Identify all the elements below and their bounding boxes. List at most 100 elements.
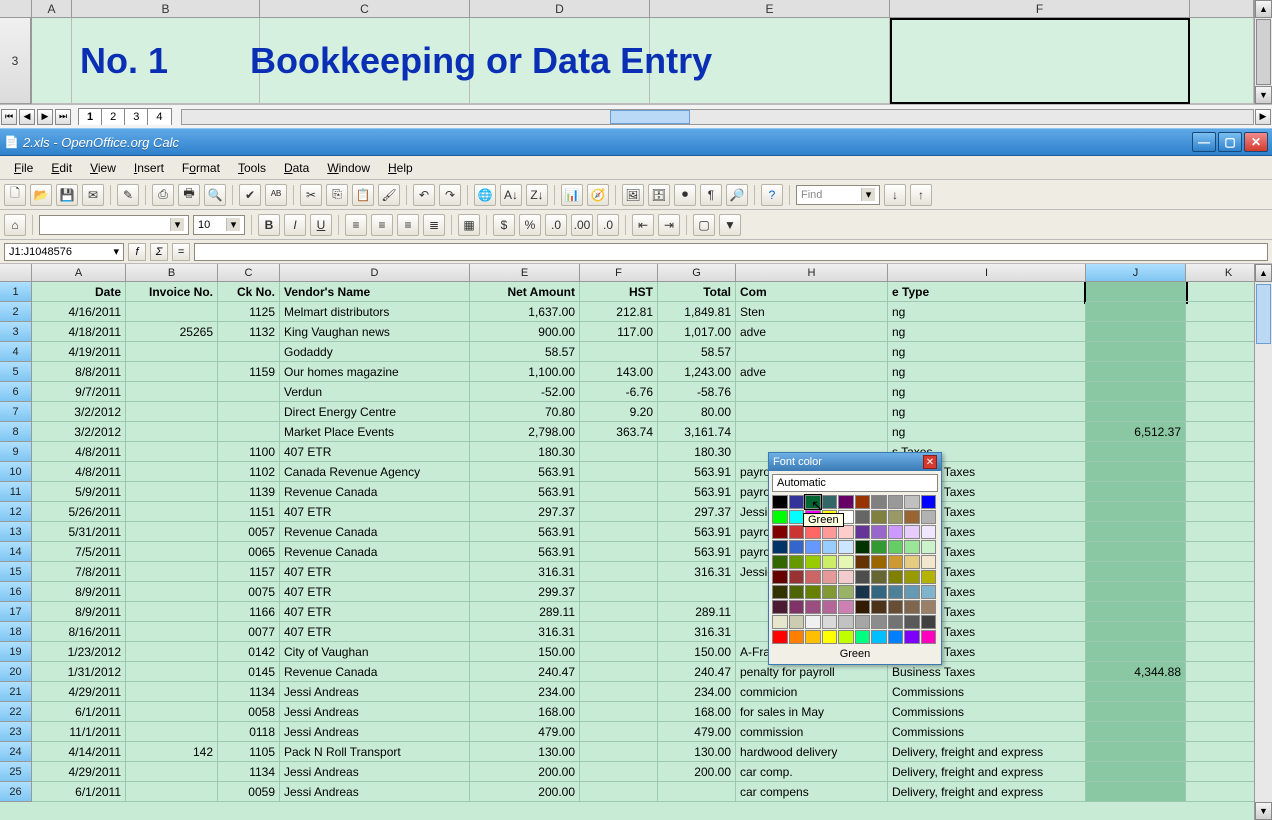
cell[interactable]: 1,243.00 xyxy=(658,362,736,382)
row-header[interactable]: 25 xyxy=(0,762,32,782)
cell[interactable]: ng xyxy=(888,402,1086,422)
cell[interactable] xyxy=(126,542,218,562)
color-swatch[interactable] xyxy=(871,495,887,509)
color-swatch[interactable] xyxy=(921,585,937,599)
cell[interactable]: Revenue Canada xyxy=(280,522,470,542)
cell[interactable] xyxy=(1086,722,1186,742)
color-swatch[interactable] xyxy=(822,570,838,584)
cell[interactable] xyxy=(580,662,658,682)
cell[interactable] xyxy=(1086,762,1186,782)
cell[interactable] xyxy=(580,782,658,802)
menu-data[interactable]: Data xyxy=(276,159,317,177)
color-swatch[interactable] xyxy=(772,630,788,644)
cell[interactable] xyxy=(1086,442,1186,462)
cell[interactable]: Canada Revenue Agency xyxy=(280,462,470,482)
col-A[interactable]: A xyxy=(32,264,126,281)
cell[interactable]: 5/26/2011 xyxy=(32,502,126,522)
cell[interactable] xyxy=(736,382,888,402)
color-swatch[interactable] xyxy=(789,585,805,599)
cell[interactable]: Delivery, freight and express xyxy=(888,782,1086,802)
cell[interactable]: -58.76 xyxy=(658,382,736,402)
row-header[interactable]: 8 xyxy=(0,422,32,442)
cell[interactable]: 4/29/2011 xyxy=(32,682,126,702)
del-decimal-icon[interactable]: .0 xyxy=(597,214,619,236)
cell[interactable]: ng xyxy=(888,342,1086,362)
cell[interactable]: 363.74 xyxy=(580,422,658,442)
navigator-icon[interactable]: 🧭 xyxy=(587,184,609,206)
color-swatch[interactable] xyxy=(772,510,788,524)
color-swatch[interactable] xyxy=(888,600,904,614)
color-swatch[interactable] xyxy=(904,600,920,614)
cell[interactable] xyxy=(1186,782,1254,802)
color-swatch[interactable] xyxy=(904,540,920,554)
row-header[interactable]: 17 xyxy=(0,602,32,622)
color-swatch[interactable] xyxy=(921,615,937,629)
gallery-icon[interactable]: 🖼 xyxy=(622,184,644,206)
preview-icon[interactable]: 🔍 xyxy=(204,184,226,206)
cell[interactable]: 289.11 xyxy=(470,602,580,622)
vscroll-up-icon[interactable]: ▲ xyxy=(1255,264,1272,282)
cell[interactable] xyxy=(126,362,218,382)
row-header[interactable]: 14 xyxy=(0,542,32,562)
header-cell[interactable]: Vendor's Name xyxy=(280,282,470,302)
cell[interactable]: car comp. xyxy=(736,762,888,782)
cell[interactable]: ng xyxy=(888,422,1086,442)
color-swatch[interactable] xyxy=(904,510,920,524)
col-C[interactable]: C xyxy=(218,264,280,281)
maximize-button[interactable]: ▢ xyxy=(1218,132,1242,152)
fx-icon[interactable]: f xyxy=(128,243,146,261)
header-cell[interactable] xyxy=(1086,282,1186,302)
cell[interactable]: 6,512.37 xyxy=(1086,422,1186,442)
color-swatch[interactable] xyxy=(871,570,887,584)
cell[interactable]: 3/2/2012 xyxy=(32,422,126,442)
color-swatch[interactable] xyxy=(855,555,871,569)
header-cell[interactable]: HST xyxy=(580,282,658,302)
color-swatch[interactable] xyxy=(772,600,788,614)
cell[interactable] xyxy=(126,682,218,702)
color-swatch[interactable] xyxy=(904,585,920,599)
cell[interactable]: Godaddy xyxy=(280,342,470,362)
sum-icon[interactable]: Σ xyxy=(150,243,168,261)
cell[interactable] xyxy=(1186,302,1254,322)
cell[interactable]: 70.80 xyxy=(470,402,580,422)
cell[interactable]: 407 ETR xyxy=(280,622,470,642)
cell[interactable] xyxy=(1186,422,1254,442)
menu-tools[interactable]: Tools xyxy=(230,159,274,177)
row-header[interactable]: 13 xyxy=(0,522,32,542)
color-swatch[interactable] xyxy=(855,585,871,599)
cell[interactable] xyxy=(1086,362,1186,382)
upper-hscroll[interactable] xyxy=(181,109,1255,125)
cell[interactable]: 0145 xyxy=(218,662,280,682)
chart-icon[interactable]: 📊 xyxy=(561,184,583,206)
menu-insert[interactable]: Insert xyxy=(126,159,172,177)
cell[interactable]: 168.00 xyxy=(658,702,736,722)
cell[interactable]: 297.37 xyxy=(658,502,736,522)
row-header[interactable]: 9 xyxy=(0,442,32,462)
cell[interactable]: Delivery, freight and express xyxy=(888,762,1086,782)
color-swatch[interactable] xyxy=(789,555,805,569)
cell[interactable]: Delivery, freight and express xyxy=(888,742,1086,762)
cell[interactable] xyxy=(126,622,218,642)
find-next-icon[interactable]: ↓ xyxy=(884,184,906,206)
color-swatch[interactable] xyxy=(921,630,937,644)
color-swatch[interactable] xyxy=(772,495,788,509)
cell[interactable]: ng xyxy=(888,322,1086,342)
color-swatch[interactable] xyxy=(805,555,821,569)
color-swatch[interactable] xyxy=(888,615,904,629)
cell[interactable]: 150.00 xyxy=(470,642,580,662)
cell[interactable] xyxy=(1186,762,1254,782)
scroll-up-icon[interactable]: ▲ xyxy=(1255,0,1272,18)
cell[interactable] xyxy=(126,442,218,462)
row-1[interactable]: 1 xyxy=(0,282,32,302)
cell[interactable] xyxy=(658,582,736,602)
merge-cells-icon[interactable]: ▦ xyxy=(458,214,480,236)
cell[interactable]: 3,161.74 xyxy=(658,422,736,442)
cell[interactable] xyxy=(658,782,736,802)
cell[interactable] xyxy=(126,562,218,582)
cell[interactable]: 0077 xyxy=(218,622,280,642)
cell[interactable]: 1166 xyxy=(218,602,280,622)
cell[interactable]: 80.00 xyxy=(658,402,736,422)
cell[interactable] xyxy=(1186,342,1254,362)
color-swatch[interactable] xyxy=(855,525,871,539)
color-swatch[interactable] xyxy=(805,525,821,539)
